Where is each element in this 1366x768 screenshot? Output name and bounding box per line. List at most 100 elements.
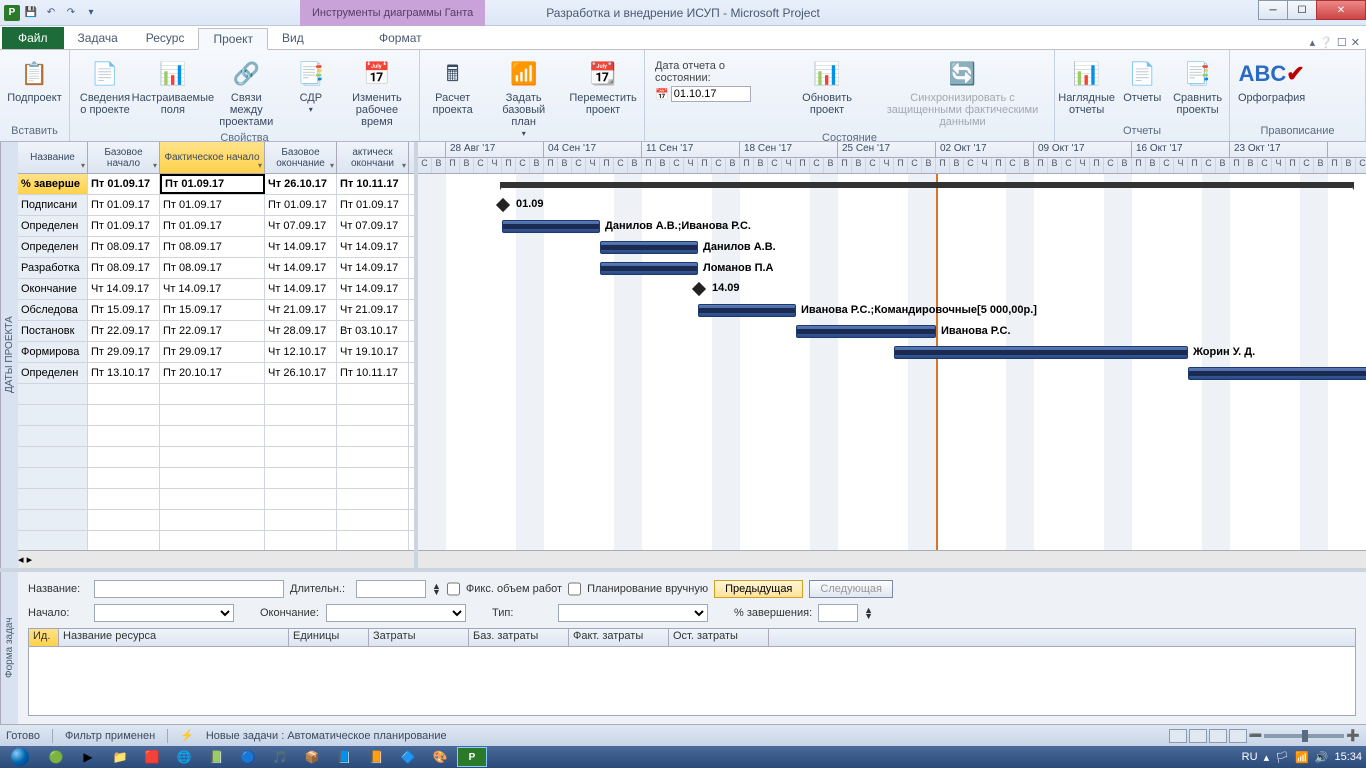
table-row[interactable]: ФормироваПт 29.09.17Пт 29.09.17Чт 12.10.…	[18, 342, 414, 363]
grid-cell[interactable]: Чт 14.09.17	[337, 237, 409, 257]
task-bar[interactable]: Данилов А.В.;Иванова Р.С.	[502, 220, 600, 233]
grid-cell[interactable]	[337, 489, 409, 509]
grid-cell[interactable]: Чт 14.09.17	[265, 279, 337, 299]
grid-cell[interactable]	[337, 510, 409, 530]
restore-window-icon[interactable]: ☐	[1337, 36, 1347, 49]
view-resource-icon[interactable]	[1229, 729, 1247, 743]
status-date-input[interactable]	[671, 86, 751, 102]
close-doc-icon[interactable]: ✕	[1351, 36, 1360, 49]
form-type-select[interactable]	[558, 604, 708, 622]
grid-cell[interactable]	[18, 384, 88, 404]
effort-driven-checkbox[interactable]	[447, 580, 460, 598]
grid-cell[interactable]: Формирова	[18, 342, 88, 362]
form-duration-input[interactable]	[356, 580, 426, 598]
tb-app-10[interactable]: 📘	[329, 747, 359, 767]
grid-cell[interactable]	[160, 405, 265, 425]
grid-cell[interactable]: Чт 14.09.17	[265, 237, 337, 257]
tb-app-11[interactable]: 📙	[361, 747, 391, 767]
form-finish-select[interactable]	[326, 604, 466, 622]
tab-resource[interactable]: Ресурс	[132, 27, 199, 49]
tray-network-icon[interactable]: 📶	[1295, 751, 1309, 764]
grid-cell[interactable]	[88, 489, 160, 509]
col-act-end[interactable]: актическ окончани▾	[337, 142, 409, 173]
grid-cell[interactable]	[18, 531, 88, 550]
grid-cell[interactable]	[265, 489, 337, 509]
tab-view[interactable]: Вид	[268, 27, 318, 49]
tab-task[interactable]: Задача	[64, 27, 132, 49]
update-project-button[interactable]: 📊Обновить проект	[783, 56, 871, 118]
tray-action-icon[interactable]: 🏳	[1275, 751, 1289, 764]
ft-col-rem[interactable]: Ост. затраты	[669, 629, 769, 646]
view-team-icon[interactable]	[1209, 729, 1227, 743]
custom-fields-button[interactable]: 📊Настраиваемые поля	[140, 56, 206, 118]
table-row[interactable]	[18, 531, 414, 550]
grid-cell[interactable]: Пт 01.09.17	[160, 195, 265, 215]
grid-cell[interactable]: % заверше	[18, 174, 88, 194]
summary-bar[interactable]	[502, 182, 1352, 188]
grid-cell[interactable]: Определен	[18, 363, 88, 383]
table-row[interactable]: ПостановкПт 22.09.17Пт 22.09.17Чт 28.09.…	[18, 321, 414, 342]
task-bar[interactable]: Ломанов П.А	[600, 262, 698, 275]
grid-hscroll[interactable]: ◂ ▸	[18, 550, 414, 568]
milestone-marker[interactable]	[496, 198, 510, 212]
table-row[interactable]: % завершеПт 01.09.17Пт 01.09.17Чт 26.10.…	[18, 174, 414, 195]
grid-cell[interactable]	[18, 426, 88, 446]
tb-app-9[interactable]: 📦	[297, 747, 327, 767]
tb-app-1[interactable]: 🟢	[41, 747, 71, 767]
grid-cell[interactable]	[160, 384, 265, 404]
view-usage-icon[interactable]	[1189, 729, 1207, 743]
spinner-icon[interactable]: ▲▼	[864, 607, 873, 620]
maximize-button[interactable]: ☐	[1287, 0, 1317, 20]
grid-cell[interactable]	[160, 531, 265, 550]
table-row[interactable]	[18, 405, 414, 426]
grid-cell[interactable]: Чт 19.10.17	[337, 342, 409, 362]
task-bar[interactable]: Иванова Р.С.;Командировочные[5 000,00р.]	[698, 304, 796, 317]
grid-cell[interactable]: Чт 14.09.17	[265, 258, 337, 278]
tb-app-12[interactable]: 🔷	[393, 747, 423, 767]
grid-cell[interactable]	[18, 489, 88, 509]
table-row[interactable]	[18, 510, 414, 531]
tray-lang[interactable]: RU	[1242, 751, 1258, 763]
grid-cell[interactable]: Пт 01.09.17	[160, 174, 265, 194]
grid-cell[interactable]	[160, 426, 265, 446]
col-base-end[interactable]: Базовое окончание▾	[265, 142, 337, 173]
grid-cell[interactable]: Чт 14.09.17	[337, 258, 409, 278]
col-base-start[interactable]: Базовое начало▾	[88, 142, 160, 173]
grid-cell[interactable]: Окончание	[18, 279, 88, 299]
start-button[interactable]	[0, 746, 40, 768]
ft-col-res[interactable]: Название ресурса	[59, 629, 289, 646]
grid-cell[interactable]	[88, 426, 160, 446]
grid-cell[interactable]: Постановк	[18, 321, 88, 341]
grid-cell[interactable]: Чт 21.09.17	[337, 300, 409, 320]
calc-project-button[interactable]: 🖩Расчет проекта	[424, 56, 481, 118]
qat-undo-icon[interactable]: ↶	[42, 4, 60, 22]
grid-cell[interactable]	[337, 468, 409, 488]
grid-cell[interactable]: Пт 22.09.17	[88, 321, 160, 341]
grid-cell[interactable]	[265, 510, 337, 530]
grid-cell[interactable]	[265, 384, 337, 404]
grid-cell[interactable]: Пт 01.09.17	[88, 195, 160, 215]
wbs-button[interactable]: 📑СДР▾	[287, 56, 335, 117]
tb-app-8[interactable]: 🎵	[265, 747, 295, 767]
tab-project[interactable]: Проект	[198, 28, 268, 50]
tab-file[interactable]: Файл	[2, 27, 64, 49]
grid-cell[interactable]: Подписани	[18, 195, 88, 215]
task-bar[interactable]: Данилов А.В.	[600, 241, 698, 254]
table-row[interactable]: РазработкаПт 08.09.17Пт 08.09.17Чт 14.09…	[18, 258, 414, 279]
col-act-start[interactable]: Фактическое начало▾	[160, 142, 265, 173]
ft-col-cost[interactable]: Затраты	[369, 629, 469, 646]
col-name[interactable]: Название▾	[18, 142, 88, 173]
view-gantt-icon[interactable]	[1169, 729, 1187, 743]
grid-cell[interactable]	[88, 384, 160, 404]
grid-cell[interactable]	[88, 531, 160, 550]
minimize-button[interactable]: ─	[1258, 0, 1288, 20]
grid-cell[interactable]: Вт 03.10.17	[337, 321, 409, 341]
grid-cell[interactable]: Чт 14.09.17	[160, 279, 265, 299]
grid-cell[interactable]	[337, 384, 409, 404]
grid-cell[interactable]: Пт 22.09.17	[160, 321, 265, 341]
grid-cell[interactable]	[337, 447, 409, 467]
grid-cell[interactable]: Пт 01.09.17	[160, 216, 265, 236]
grid-cell[interactable]	[160, 447, 265, 467]
grid-cell[interactable]: Пт 01.09.17	[88, 216, 160, 236]
table-row[interactable]	[18, 468, 414, 489]
